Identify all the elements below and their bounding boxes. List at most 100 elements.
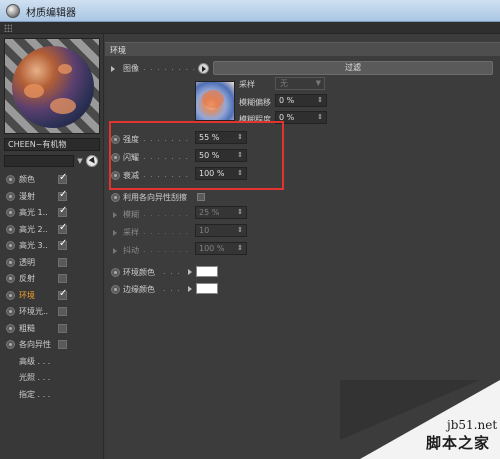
window-title: 材质编辑器 (26, 8, 76, 19)
title-bar: 材质编辑器 (0, 0, 500, 22)
channel-checkbox[interactable] (58, 288, 67, 300)
watermark-brand: 脚本之家 (426, 434, 491, 452)
section-title: 环境 (110, 46, 126, 55)
channel-label: 粗糙 (19, 323, 35, 333)
channel-filter-row: ▼ (4, 155, 100, 168)
channel-checkbox[interactable] (58, 323, 67, 333)
channel-item-roughness[interactable]: 粗糙 (4, 321, 100, 338)
material-preview[interactable] (4, 38, 100, 134)
image-label: 图像 (123, 64, 139, 73)
expand-arrow-icon[interactable] (111, 66, 115, 72)
dot-leader: . . . . . . . . . (143, 227, 193, 236)
channel-item-transparency[interactable]: 透明 (4, 255, 100, 272)
radio-icon (6, 323, 15, 333)
channel-label: 环境 (19, 290, 35, 300)
sub-item-assignment[interactable]: 指定 . . . (4, 387, 100, 404)
disabled-indicator-icon (113, 248, 117, 254)
radio-icon (6, 208, 15, 217)
radio-icon (6, 290, 15, 300)
env-color-label: 环境颜色 (123, 268, 155, 277)
channel-item-anisotropy[interactable]: 各向异性 (4, 337, 100, 354)
radio-icon (6, 257, 15, 267)
sampling-label: 采样 (239, 80, 255, 89)
blur-input[interactable]: 25 % ⇕ (195, 206, 247, 219)
channel-label: 透明 (19, 257, 35, 267)
disabled-indicator-icon (113, 230, 117, 236)
channel-filter-input[interactable] (4, 155, 74, 167)
spinner-icon[interactable]: ⇕ (317, 95, 323, 106)
channel-item-reflection[interactable]: 反射 (4, 271, 100, 288)
blur-label: 模糊 (123, 210, 139, 219)
blur-offset-input[interactable]: 0 % ⇕ (275, 94, 327, 107)
channel-label: 高光 2.. (19, 224, 48, 234)
channel-checkbox[interactable] (58, 172, 67, 184)
radio-icon (6, 307, 15, 316)
sampling2-input[interactable]: 10 ⇕ (195, 224, 247, 237)
channel-label: 高光 1.. (19, 208, 48, 217)
channel-list: 颜色 漫射 高光 1.. 高光 2.. 高光 3.. 透明 (4, 172, 100, 403)
disabled-indicator-icon (113, 212, 117, 218)
channel-label: 环境光.. (19, 307, 49, 316)
material-name-field[interactable]: CHEEN~有机物 (4, 138, 100, 151)
spinner-icon[interactable]: ⇕ (237, 225, 243, 236)
channel-item-diffuse[interactable]: 漫射 (4, 189, 100, 206)
filter-button[interactable]: 过滤 (213, 61, 493, 75)
sub-item-advanced[interactable]: 高级 . . . (4, 354, 100, 371)
dot-leader: . . . . . . . . . (143, 63, 195, 72)
channel-checkbox[interactable] (58, 307, 67, 316)
watermark-site: jb51.net (447, 418, 498, 432)
channel-checkbox[interactable] (58, 189, 67, 201)
channel-item-specular-3[interactable]: 高光 3.. (4, 238, 100, 255)
radio-icon (6, 191, 15, 201)
channel-checkbox[interactable] (58, 222, 67, 234)
radio-icon (6, 241, 15, 250)
texture-thumbnail[interactable] (195, 81, 235, 121)
preview-sphere (12, 46, 94, 128)
sub-item-label: 高级 . . . (19, 356, 51, 366)
grip-handle-icon[interactable] (4, 24, 12, 32)
jitter-label: 抖动 (123, 246, 139, 255)
chevron-down-icon[interactable]: ▼ (76, 156, 84, 166)
env-color-swatch[interactable] (196, 266, 218, 277)
spinner-icon[interactable]: ⇕ (237, 243, 243, 254)
sub-item-illumination[interactable]: 光照 . . . (4, 370, 100, 387)
sub-item-label: 光照 . . . (19, 373, 51, 382)
sampling-select[interactable]: 无 ▼ (275, 77, 325, 90)
channel-checkbox[interactable] (58, 274, 67, 283)
radio-icon (6, 340, 15, 349)
channel-label: 反射 (19, 274, 35, 283)
blur-offset-label: 模糊偏移 (239, 98, 271, 107)
anisotropic-checkbox[interactable] (197, 193, 205, 201)
edge-color-swatch[interactable] (196, 283, 218, 294)
blur-offset-value: 0 % (279, 96, 295, 105)
channel-item-color[interactable]: 颜色 (4, 172, 100, 189)
channel-checkbox[interactable] (58, 205, 67, 217)
sampling-value: 无 (280, 79, 288, 88)
jitter-input[interactable]: 100 % ⇕ (195, 242, 247, 255)
dot-leader: . . . . . . . . . (143, 209, 193, 218)
expand-arrow-icon[interactable] (188, 269, 192, 275)
animate-radio-icon[interactable] (111, 285, 120, 294)
pointer-icon[interactable] (86, 155, 98, 167)
animate-radio-icon[interactable] (111, 268, 120, 277)
channel-checkbox[interactable] (58, 257, 67, 267)
channel-label: 颜色 (19, 175, 35, 184)
channel-label: 各向异性 (19, 340, 51, 349)
channel-checkbox[interactable] (58, 340, 67, 349)
channel-item-environment[interactable]: 环境 (4, 288, 100, 305)
channel-item-specular-1[interactable]: 高光 1.. (4, 205, 100, 222)
channel-checkbox[interactable] (58, 238, 67, 250)
app-icon (6, 4, 20, 18)
animate-radio-icon[interactable] (111, 193, 120, 202)
blur-value: 25 % (199, 208, 220, 217)
channel-item-specular-2[interactable]: 高光 2.. (4, 222, 100, 239)
spinner-icon[interactable]: ⇕ (317, 112, 323, 123)
channel-item-ambient[interactable]: 环境光.. (4, 304, 100, 321)
expand-arrow-icon[interactable] (188, 286, 192, 292)
radio-icon (6, 224, 15, 234)
radio-icon (6, 274, 15, 283)
play-icon[interactable] (198, 63, 209, 74)
dot-leader: . . . (163, 284, 181, 293)
spinner-icon[interactable]: ⇕ (237, 207, 243, 218)
chevron-down-icon: ▼ (315, 79, 321, 87)
